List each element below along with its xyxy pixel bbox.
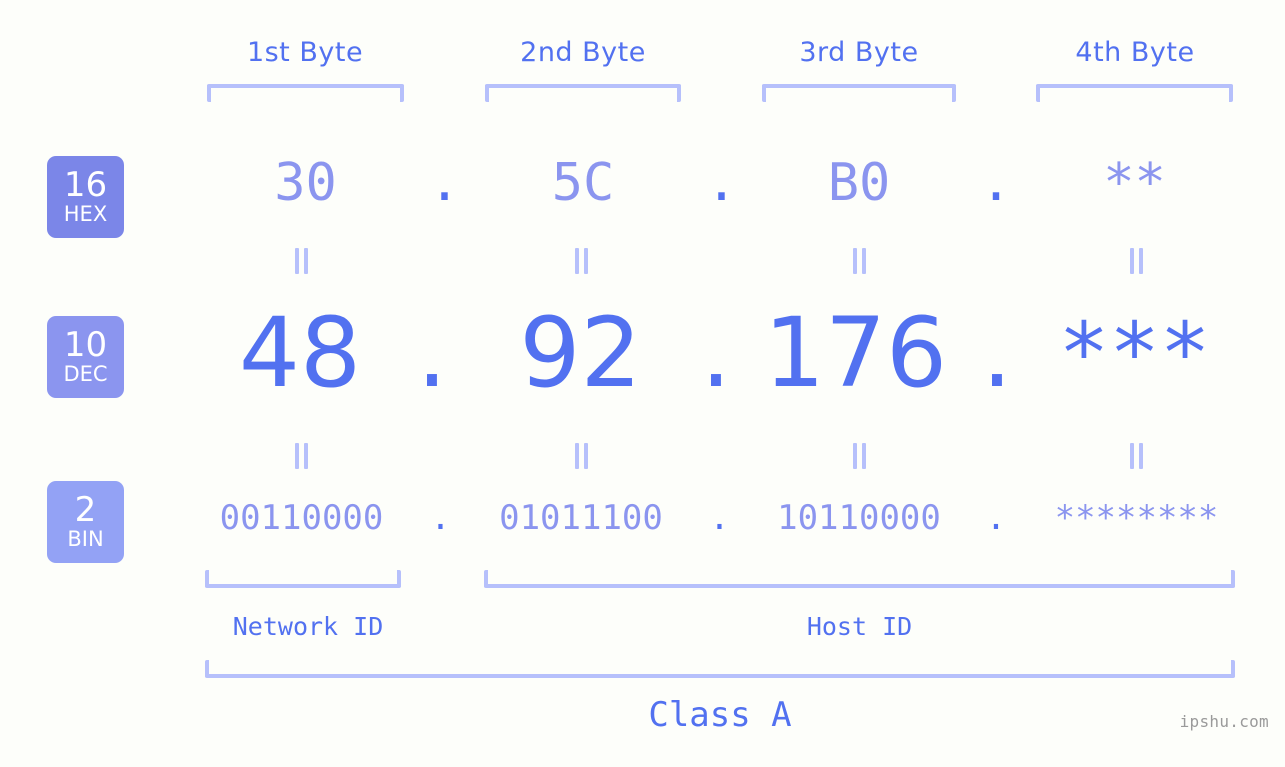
radix-badge-bin-number: 2	[74, 490, 97, 530]
byte-bracket-1-icon	[207, 84, 404, 102]
ip-byte-breakdown-diagram: 1st Byte 2nd Byte 3rd Byte 4th Byte 16 H…	[0, 0, 1285, 767]
class-bracket-icon	[205, 660, 1235, 678]
network-id-bracket-icon	[205, 570, 401, 588]
bin-octet-4: ********	[1054, 498, 1219, 538]
host-id-bracket-icon	[484, 570, 1235, 588]
radix-badge-dec-label: DEC	[63, 362, 108, 386]
dec-octet-1: 48	[238, 297, 362, 409]
equals-marker-hex-dec-1	[291, 248, 311, 274]
dec-octet-3: 176	[763, 297, 948, 409]
hex-separator-3: .	[980, 153, 1012, 213]
radix-badge-bin: 2 BIN	[47, 481, 124, 563]
byte-bracket-2-icon	[485, 84, 681, 102]
class-label: Class A	[648, 695, 792, 735]
equals-marker-hex-dec-3	[849, 248, 869, 274]
bin-octet-1: 00110000	[219, 498, 384, 538]
dec-separator-2: .	[700, 297, 732, 409]
bin-octet-2: 01011100	[499, 498, 663, 538]
bin-separator-1: .	[430, 498, 451, 538]
bin-separator-3: .	[985, 498, 1007, 538]
hex-separator-2: .	[705, 153, 738, 213]
hex-octet-4: **	[1103, 153, 1166, 213]
equals-marker-hex-dec-2	[571, 248, 591, 274]
network-id-label: Network ID	[232, 612, 384, 641]
dec-octet-4: ***	[1058, 304, 1211, 402]
byte-header-3: 3rd Byte	[799, 37, 919, 68]
radix-badge-hex-number: 16	[63, 165, 108, 205]
bin-octet-3: 10110000	[777, 498, 941, 538]
host-id-label: Host ID	[806, 612, 913, 641]
equals-marker-dec-bin-1	[291, 443, 311, 469]
equals-marker-dec-bin-4	[1126, 443, 1146, 469]
dec-separator-1: .	[416, 297, 448, 409]
hex-octet-2: 5C	[551, 153, 615, 213]
radix-badge-dec-number: 10	[63, 325, 108, 365]
hex-separator-1: .	[428, 153, 461, 213]
byte-header-1: 1st Byte	[246, 37, 364, 68]
radix-badge-hex: 16 HEX	[47, 156, 124, 238]
bin-separator-2: .	[709, 498, 730, 538]
equals-marker-dec-bin-2	[571, 443, 591, 469]
byte-bracket-3-icon	[762, 84, 956, 102]
radix-badge-hex-label: HEX	[63, 202, 108, 226]
equals-marker-hex-dec-4	[1126, 248, 1146, 274]
radix-badge-bin-label: BIN	[67, 527, 104, 551]
dec-octet-2: 92	[519, 297, 642, 409]
byte-header-2: 2nd Byte	[520, 37, 646, 68]
watermark: ipshu.com	[1179, 712, 1269, 731]
radix-badge-dec: 10 DEC	[47, 316, 124, 398]
equals-marker-dec-bin-3	[849, 443, 869, 469]
hex-octet-1: 30	[274, 153, 337, 213]
hex-octet-3: B0	[827, 153, 891, 213]
byte-header-4: 4th Byte	[1075, 37, 1195, 68]
dec-separator-3: .	[981, 297, 1013, 409]
byte-bracket-4-icon	[1036, 84, 1233, 102]
